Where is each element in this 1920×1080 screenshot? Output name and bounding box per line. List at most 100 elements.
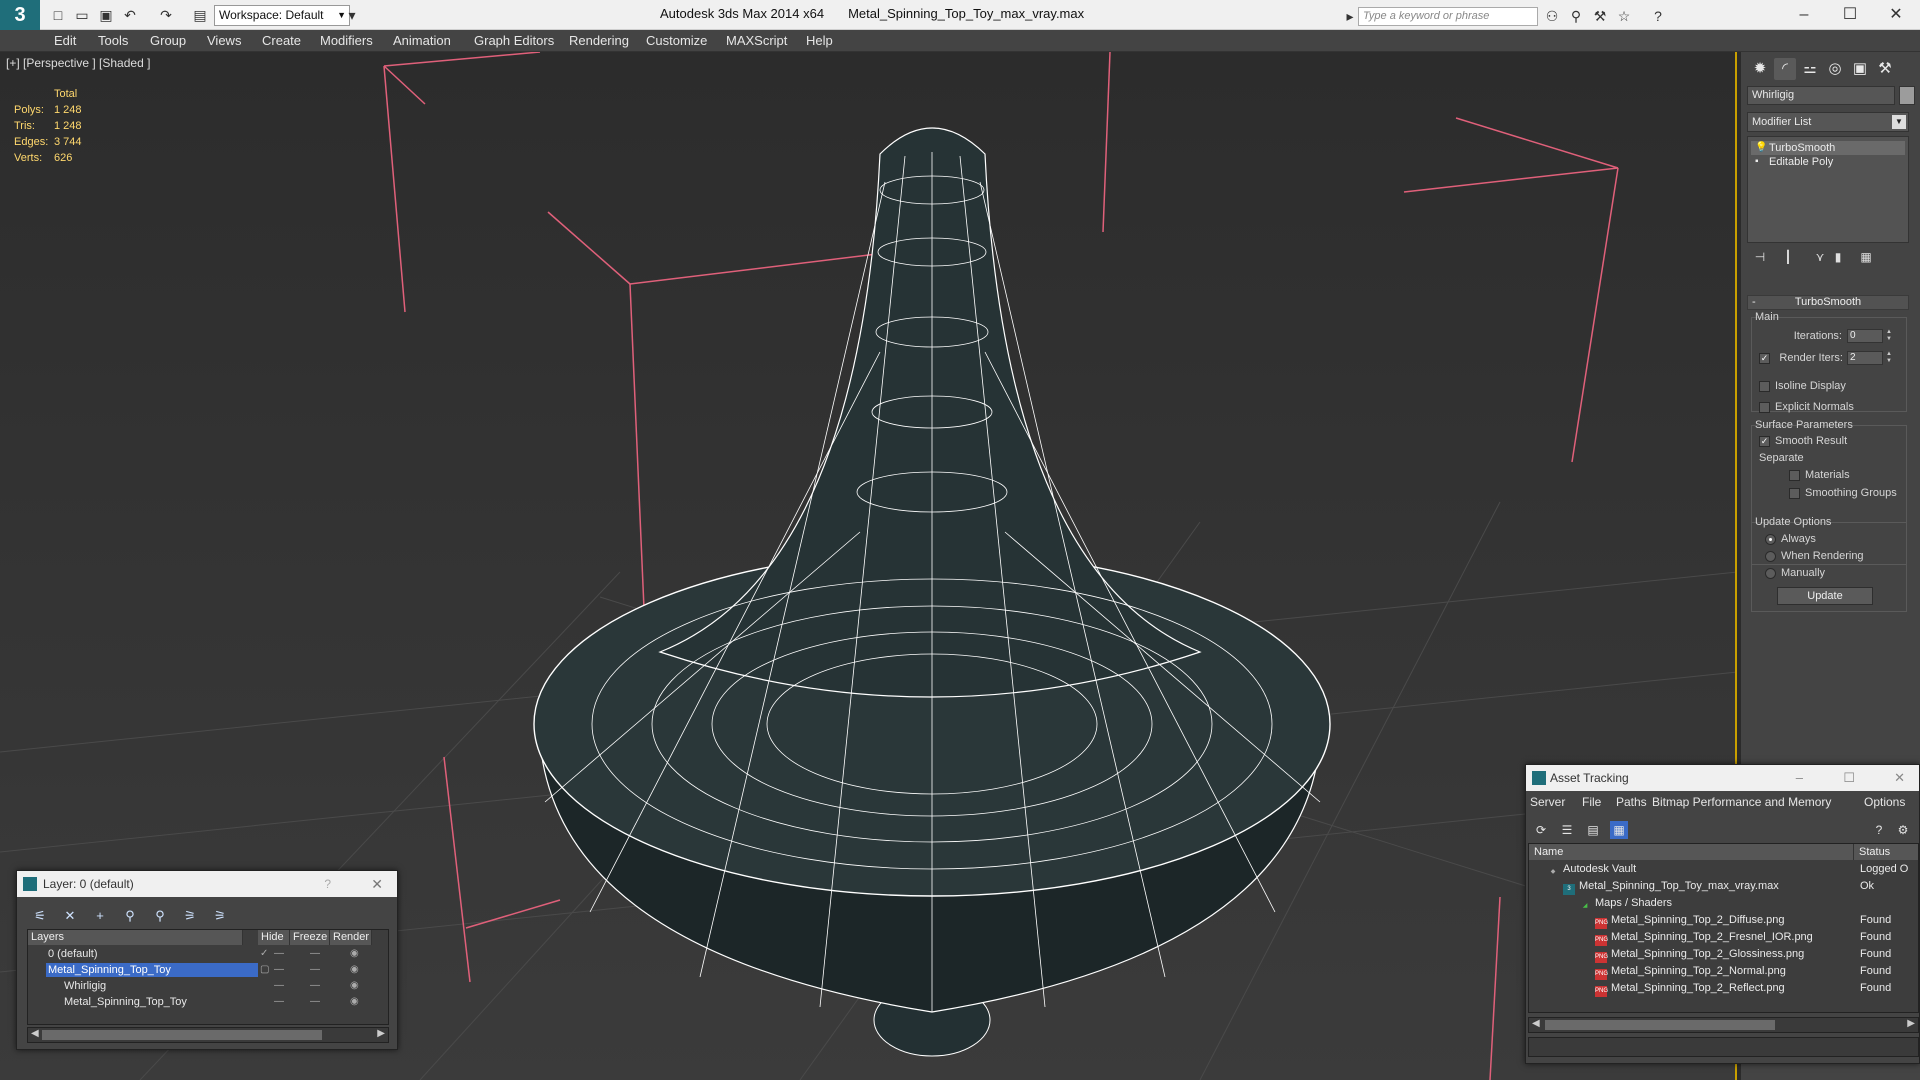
menu-customize[interactable]: Customize (646, 33, 707, 48)
when-rendering-radio[interactable] (1765, 551, 1776, 562)
scroll-right-icon[interactable]: ▶ (377, 1028, 385, 1039)
workspace-arrow-icon[interactable]: ▾ (342, 6, 362, 24)
close-icon[interactable]: ✕ (371, 871, 383, 897)
refresh-icon[interactable]: ⟳ (1532, 821, 1550, 839)
add-to-layer-icon[interactable]: + (91, 907, 109, 925)
menu-help[interactable]: Help (806, 33, 833, 48)
column-status[interactable]: Status (1854, 844, 1918, 860)
menu-edit[interactable]: Edit (54, 33, 76, 48)
maximize-icon[interactable]: ☐ (1832, 4, 1868, 26)
make-unique-icon[interactable]: ⋎ (1811, 248, 1829, 266)
menu-rendering[interactable]: Rendering (569, 33, 629, 48)
stack-item-editable-poly[interactable]: ▪ Editable Poly (1751, 155, 1905, 169)
subscription-icon[interactable]: ⚒ (1590, 7, 1610, 25)
highlight-layer-icon[interactable]: ⚲ (151, 907, 169, 925)
layer-row-default[interactable]: 0 (default) ✓ — — ◉ (28, 946, 388, 962)
asset-row-vault[interactable]: ◆ Autodesk Vault Logged O (1529, 861, 1918, 878)
menu-group[interactable]: Group (150, 33, 186, 48)
layer-row-whirligig[interactable]: Whirligig — — ◉ (28, 978, 388, 994)
asset-row-reflect[interactable]: PNG Metal_Spinning_Top_2_Reflect.png Foun… (1529, 980, 1918, 997)
save-file-icon[interactable]: ▣ (96, 6, 116, 24)
iterations-spinner-icon[interactable]: ▲ ▼ (1885, 329, 1893, 343)
layer-horizontal-scrollbar[interactable]: ◀ ▶ (27, 1027, 389, 1043)
menu-graph-editors[interactable]: Graph Editors (474, 33, 554, 48)
stack-item-turbosmooth[interactable]: 💡 TurboSmooth (1751, 141, 1905, 155)
isoline-display-checkbox[interactable] (1759, 381, 1770, 392)
favorites-star-icon[interactable]: ☆ (1614, 7, 1634, 25)
always-radio[interactable] (1765, 534, 1776, 545)
asset-row-diffuse[interactable]: PNG Metal_Spinning_Top_2_Diffuse.png Foun… (1529, 912, 1918, 929)
smoothing-groups-checkbox[interactable] (1789, 488, 1800, 499)
scroll-left-icon[interactable]: ◀ (31, 1028, 39, 1039)
materials-checkbox[interactable] (1789, 470, 1800, 481)
motion-tab-icon[interactable]: ◎ (1824, 58, 1846, 80)
help-icon[interactable]: ? (1870, 821, 1888, 839)
configure-modifier-sets-icon[interactable]: ▦ (1857, 248, 1875, 266)
close-icon[interactable]: ✕ (1894, 765, 1905, 791)
workspace-dropdown[interactable]: Workspace: Default ▼ (214, 5, 350, 26)
menu-views[interactable]: Views (207, 33, 241, 48)
asset-menu-bitmap-performance[interactable]: Bitmap Performance and Memory (1652, 795, 1831, 809)
new-file-icon[interactable]: □ (48, 6, 68, 24)
render-iters-spinner-icon[interactable]: ▲ ▼ (1885, 351, 1893, 365)
update-button[interactable]: Update (1777, 587, 1873, 605)
table-view-icon[interactable]: ▦ (1610, 821, 1628, 839)
layer-dialog-titlebar[interactable]: Layer: 0 (default) ? ✕ (17, 871, 397, 897)
column-name[interactable]: Name (1529, 844, 1854, 860)
asset-menu-file[interactable]: File (1582, 795, 1601, 809)
communication-center-icon[interactable]: ⚲ (1566, 7, 1586, 25)
lightbulb-icon[interactable]: 💡 (1755, 141, 1767, 155)
object-color-swatch[interactable] (1899, 86, 1915, 105)
object-name-field[interactable]: Whirligig (1747, 86, 1895, 105)
menu-animation[interactable]: Animation (393, 33, 451, 48)
scroll-thumb[interactable] (42, 1030, 322, 1040)
asset-horizontal-scrollbar[interactable]: ◀ ▶ (1528, 1017, 1919, 1033)
set-current-icon[interactable]: ▢ (260, 962, 269, 978)
asset-row-max-file[interactable]: 3 Metal_Spinning_Top_Toy_max_vray.max Ok (1529, 878, 1918, 895)
create-layer-icon[interactable]: ⚟ (31, 907, 49, 925)
undo-icon[interactable]: ↶ (120, 6, 140, 24)
iterations-field[interactable]: 0 (1847, 329, 1883, 343)
teapot-icon[interactable]: ◉ (350, 946, 359, 962)
app-logo-icon[interactable]: 3 (0, 0, 40, 30)
menu-modifiers[interactable]: Modifiers (320, 33, 373, 48)
teapot-icon[interactable]: ◉ (350, 962, 359, 978)
pin-stack-icon[interactable]: ⊣ (1751, 248, 1769, 266)
scroll-right-icon[interactable]: ▶ (1907, 1018, 1915, 1029)
modifier-list-dropdown[interactable]: Modifier List ▼ (1747, 112, 1909, 132)
asset-row-fresnel[interactable]: PNG Metal_Spinning_Top_2_Fresnel_IOR.png … (1529, 929, 1918, 946)
help-icon[interactable]: ? (324, 871, 331, 897)
expand-plus-icon[interactable]: ▪ (1755, 155, 1759, 169)
binoculars-icon[interactable]: ⚇ (1542, 7, 1562, 25)
render-iters-checkbox[interactable]: ✓ (1759, 353, 1770, 364)
turbosmooth-rollout-header[interactable]: - TurboSmooth (1747, 295, 1909, 310)
help-icon[interactable]: ? (1648, 7, 1668, 25)
teapot-icon[interactable]: ◉ (350, 994, 359, 1010)
column-layers[interactable]: Layers (28, 930, 243, 945)
search-expand-icon[interactable]: ▸ (1340, 7, 1360, 25)
create-tab-icon[interactable]: ✹ (1749, 58, 1771, 80)
delete-layer-icon[interactable]: ✕ (61, 907, 79, 925)
menu-create[interactable]: Create (262, 33, 301, 48)
settings-icon[interactable]: ⚙ (1894, 821, 1912, 839)
display-tab-icon[interactable]: ▣ (1849, 58, 1871, 80)
maximize-icon[interactable]: ☐ (1843, 765, 1855, 791)
project-folder-icon[interactable]: ▤ (190, 6, 210, 24)
hide-all-layers-icon[interactable]: ⚞ (181, 907, 199, 925)
column-freeze[interactable]: Freeze (290, 930, 330, 945)
manually-radio[interactable] (1765, 568, 1776, 579)
asset-row-maps-shaders[interactable]: ◢ Maps / Shaders (1529, 895, 1918, 912)
viewport-label[interactable]: [+] [Perspective ] [Shaded ] (6, 56, 150, 70)
close-icon[interactable]: ✕ (1878, 4, 1914, 26)
menu-tools[interactable]: Tools (98, 33, 128, 48)
list-view-icon[interactable]: ☰ (1558, 821, 1576, 839)
open-file-icon[interactable]: ▭ (72, 6, 92, 24)
asset-menu-options[interactable]: Options (1864, 795, 1905, 809)
menu-maxscript[interactable]: MAXScript (726, 33, 787, 48)
search-input[interactable]: Type a keyword or phrase (1358, 7, 1538, 26)
render-iters-field[interactable]: 2 (1847, 351, 1883, 365)
asset-row-glossiness[interactable]: PNG Metal_Spinning_Top_2_Glossiness.png F… (1529, 946, 1918, 963)
asset-menu-paths[interactable]: Paths (1616, 795, 1647, 809)
tree-view-icon[interactable]: ▤ (1584, 821, 1602, 839)
smooth-result-checkbox[interactable]: ✓ (1759, 436, 1770, 447)
